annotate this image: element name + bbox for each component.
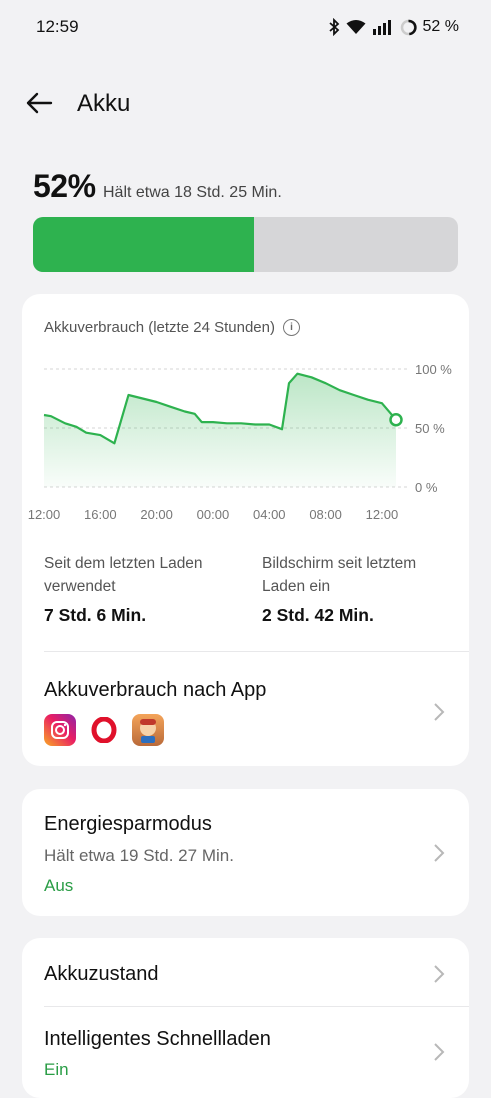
page-header: Akku <box>0 76 491 132</box>
wifi-icon <box>346 20 366 34</box>
battery-health-title: Akkuzustand <box>44 963 159 985</box>
current-point-marker <box>389 412 403 427</box>
power-saving-title: Energiesparmodus <box>44 813 212 835</box>
x-tick-label: 08:00 <box>309 507 342 522</box>
signal-icon <box>372 20 391 35</box>
battery-percent: 52% <box>33 168 96 204</box>
chart-title-row: Akkuverbrauch (letzte 24 Stunden) i <box>44 319 300 336</box>
status-battery-text: 52 % <box>422 18 459 35</box>
divider <box>44 1006 469 1007</box>
stat-used-value: 7 Std. 6 Min. <box>44 605 147 625</box>
status-bar: 12:59 52 % <box>0 0 491 56</box>
chevron-right-icon <box>434 1043 445 1061</box>
power-saving-status: Aus <box>44 876 74 895</box>
info-icon[interactable]: i <box>282 319 300 336</box>
battery-ring-icon <box>400 19 417 35</box>
divider <box>44 651 469 652</box>
chart-title: Akkuverbrauch (letzte 24 Stunden) <box>44 319 275 336</box>
x-tick-label: 04:00 <box>253 507 286 522</box>
back-button[interactable] <box>22 86 56 120</box>
back-arrow-icon <box>26 92 53 114</box>
battery-usage-card: Akkuverbrauch (letzte 24 Stunden) i 100 … <box>22 294 469 766</box>
app-icons <box>44 714 164 746</box>
chevron-right-icon <box>434 844 445 862</box>
opera-icon <box>88 714 120 746</box>
x-tick-label: 00:00 <box>197 507 230 522</box>
x-tick-label: 20:00 <box>140 507 173 522</box>
fast-charge-status: Ein <box>44 1060 69 1079</box>
stat-screen-value: 2 Std. 42 Min. <box>262 605 374 625</box>
chevron-right-icon <box>434 703 445 721</box>
battery-estimate: Hält etwa 18 Std. 25 Min. <box>103 184 282 201</box>
x-tick-label: 12:00 <box>28 507 61 522</box>
power-saving-card[interactable]: Energiesparmodus Hält etwa 19 Std. 27 Mi… <box>22 789 469 916</box>
y-tick-label: 0 % <box>415 480 438 495</box>
usage-by-app-label: Akkuverbrauch nach App <box>44 679 267 701</box>
power-saving-estimate: Hält etwa 19 Std. 27 Min. <box>44 846 234 865</box>
status-time: 12:59 <box>36 17 79 36</box>
subway-surfers-icon <box>132 714 164 746</box>
usage-chart: 100 % 50 % 0 % 12:00 16:00 20:00 00:00 04:00 08:… <box>28 362 453 522</box>
x-tick-label: 12:00 <box>366 507 399 522</box>
bluetooth-icon <box>328 18 339 36</box>
fast-charge-title: Intelligentes Schnellladen <box>44 1028 271 1050</box>
x-tick-label: 16:00 <box>84 507 117 522</box>
y-tick-label: 50 % <box>415 421 445 436</box>
battery-settings-card: Akkuzustand Intelligentes Schnellladen E… <box>22 938 469 1098</box>
chevron-right-icon <box>434 965 445 983</box>
battery-level-bar <box>33 217 458 272</box>
y-tick-label: 100 % <box>415 362 452 377</box>
battery-level-fill <box>33 217 254 272</box>
stat-used-label: Seit dem letzten Laden verwendet <box>44 555 203 595</box>
stat-screen-label: Bildschirm seit letztem Laden ein <box>262 555 417 595</box>
instagram-icon <box>44 714 76 746</box>
status-icons: 52 % <box>328 15 459 39</box>
page-title: Akku <box>77 90 131 117</box>
